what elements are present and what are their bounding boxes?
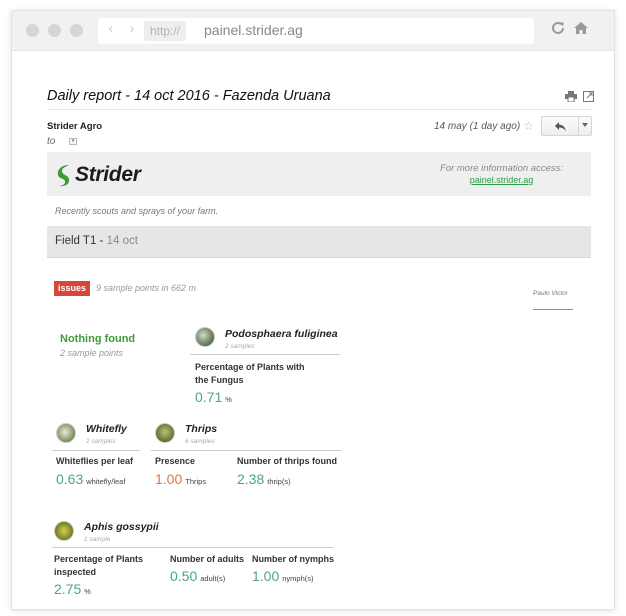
metric-number: 0.71: [195, 389, 223, 405]
window-minimize-dot[interactable]: [48, 24, 61, 37]
field-title: Field T1 - 14 oct: [55, 235, 138, 247]
field-name: Field T1: [55, 235, 97, 247]
address-bar[interactable]: ‹ › http:// painel.strider.ag: [98, 18, 534, 44]
metric-number: 2.75: [54, 581, 82, 597]
metric-label: Percentage of Plants with the Fungus: [195, 361, 305, 387]
metric-unit: thrip(s): [267, 477, 291, 486]
pest-samples: 2 samples: [86, 438, 116, 445]
window-zoom-dot[interactable]: [70, 24, 83, 37]
pest-thumbnail: [155, 423, 175, 443]
strider-logo-text: Strider: [75, 163, 141, 186]
metric-value: 2.75%: [54, 581, 91, 597]
metric-number: 0.50: [170, 568, 198, 584]
scout-name: Paulo Victor: [533, 290, 568, 297]
issues-badge: issues: [54, 281, 91, 296]
scout-underline: [533, 309, 573, 310]
pest-thumbnail: [54, 521, 74, 541]
pest-name: Podosphaera fuliginea: [225, 328, 338, 340]
nav-arrows[interactable]: ‹ ›: [108, 22, 141, 37]
popout-icon[interactable]: [583, 91, 594, 102]
pest-thumbnail: [195, 327, 215, 347]
pest-divider: [52, 450, 140, 451]
more-info-label: For more information access:: [439, 163, 563, 174]
sender-name[interactable]: Strider Agro: [47, 121, 102, 132]
metric-unit: whitefly/leaf: [86, 477, 126, 486]
url-protocol: http://: [144, 21, 187, 41]
header-divider: [47, 109, 592, 110]
field-separator: -: [96, 235, 107, 247]
field-date: 14 oct: [106, 235, 138, 247]
metric-label: Number of adults: [170, 554, 245, 564]
url-text[interactable]: painel.strider.ag: [204, 22, 303, 38]
metric-label: Whiteflies per leaf: [56, 456, 134, 466]
metric-number: 1.00: [155, 471, 183, 487]
pest-divider: [190, 354, 340, 355]
metric-number: 2.38: [237, 471, 265, 487]
email-date: 14 may (1 day ago): [434, 121, 521, 132]
metric-label-line: Percentage of Plants with: [195, 362, 305, 372]
star-icon[interactable]: ☆: [523, 119, 534, 133]
metric-value: 0.71%: [195, 389, 232, 405]
strider-logo[interactable]: Strider: [55, 161, 155, 189]
more-info: For more information access: painel.stri…: [440, 163, 563, 185]
recipient-details-toggle[interactable]: ▾: [69, 138, 77, 145]
metric-label: Number of nymphs: [252, 554, 335, 564]
reply-button[interactable]: [541, 116, 579, 136]
pest-samples: 2 samples: [225, 343, 255, 350]
nothing-found-subtitle: 2 sample points: [60, 348, 124, 358]
metric-label: Presence: [155, 456, 196, 466]
to-label: to: [47, 136, 56, 147]
metric-unit: adult(s): [200, 574, 226, 583]
pest-divider: [151, 450, 341, 451]
metric-value: 1.00 Thrips: [155, 471, 206, 487]
metric-value: 2.38 thrip(s): [237, 471, 291, 487]
print-icon[interactable]: [565, 91, 577, 102]
metric-unit: Thrips: [185, 477, 207, 486]
window-close-dot[interactable]: [26, 24, 39, 37]
field-header: Field T1 - 14 oct: [47, 226, 591, 258]
email-subject: Daily report - 14 oct 2016 - Fazenda Uru…: [47, 88, 331, 104]
pest-thumbnail: [56, 423, 76, 443]
metric-value: 0.50 adult(s): [170, 568, 225, 584]
pest-divider: [52, 547, 334, 548]
strider-leaf-logo: [57, 165, 70, 187]
pest-samples: 1 sample: [84, 536, 111, 543]
browser-window: ‹ › http:// painel.strider.ag Daily repo…: [11, 10, 615, 610]
metric-number: 0.63: [56, 471, 84, 487]
tagline: Recently scouts and sprays of your farm.: [55, 206, 219, 216]
more-caret-icon: [582, 123, 588, 127]
pest-name: Whitefly: [86, 423, 127, 435]
metric-number: 1.00: [252, 568, 280, 584]
metric-unit: nymph(s): [282, 574, 314, 583]
metric-value: 1.00 nymph(s): [252, 568, 314, 584]
nothing-found-title: Nothing found: [60, 333, 136, 345]
metric-unit: %: [225, 395, 232, 404]
more-actions-button[interactable]: [578, 116, 592, 136]
metric-label: Percentage of Plants inspected: [54, 553, 143, 579]
reload-icon[interactable]: [550, 20, 566, 36]
reply-icon: [555, 122, 566, 131]
metric-value: 0.63 whitefly/leaf: [56, 471, 125, 487]
metric-label-line: inspected: [54, 567, 97, 577]
metric-label-line: the Fungus: [195, 375, 244, 385]
metric-unit: %: [84, 587, 91, 596]
home-icon[interactable]: [573, 20, 589, 36]
sample-summary: 9 sample points in 662 m: [96, 283, 197, 293]
pest-name: Thrips: [185, 423, 218, 435]
pest-samples: 6 samples: [185, 438, 215, 445]
pest-name: Aphis gossypii: [84, 521, 159, 533]
metric-label-line: Percentage of Plants: [54, 554, 144, 564]
more-info-link[interactable]: painel.strider.ag: [440, 175, 563, 185]
browser-toolbar: ‹ › http:// painel.strider.ag: [12, 11, 614, 51]
metric-label: Number of thrips found: [237, 456, 337, 466]
strider-banner: Strider For more information access: pai…: [47, 152, 591, 196]
